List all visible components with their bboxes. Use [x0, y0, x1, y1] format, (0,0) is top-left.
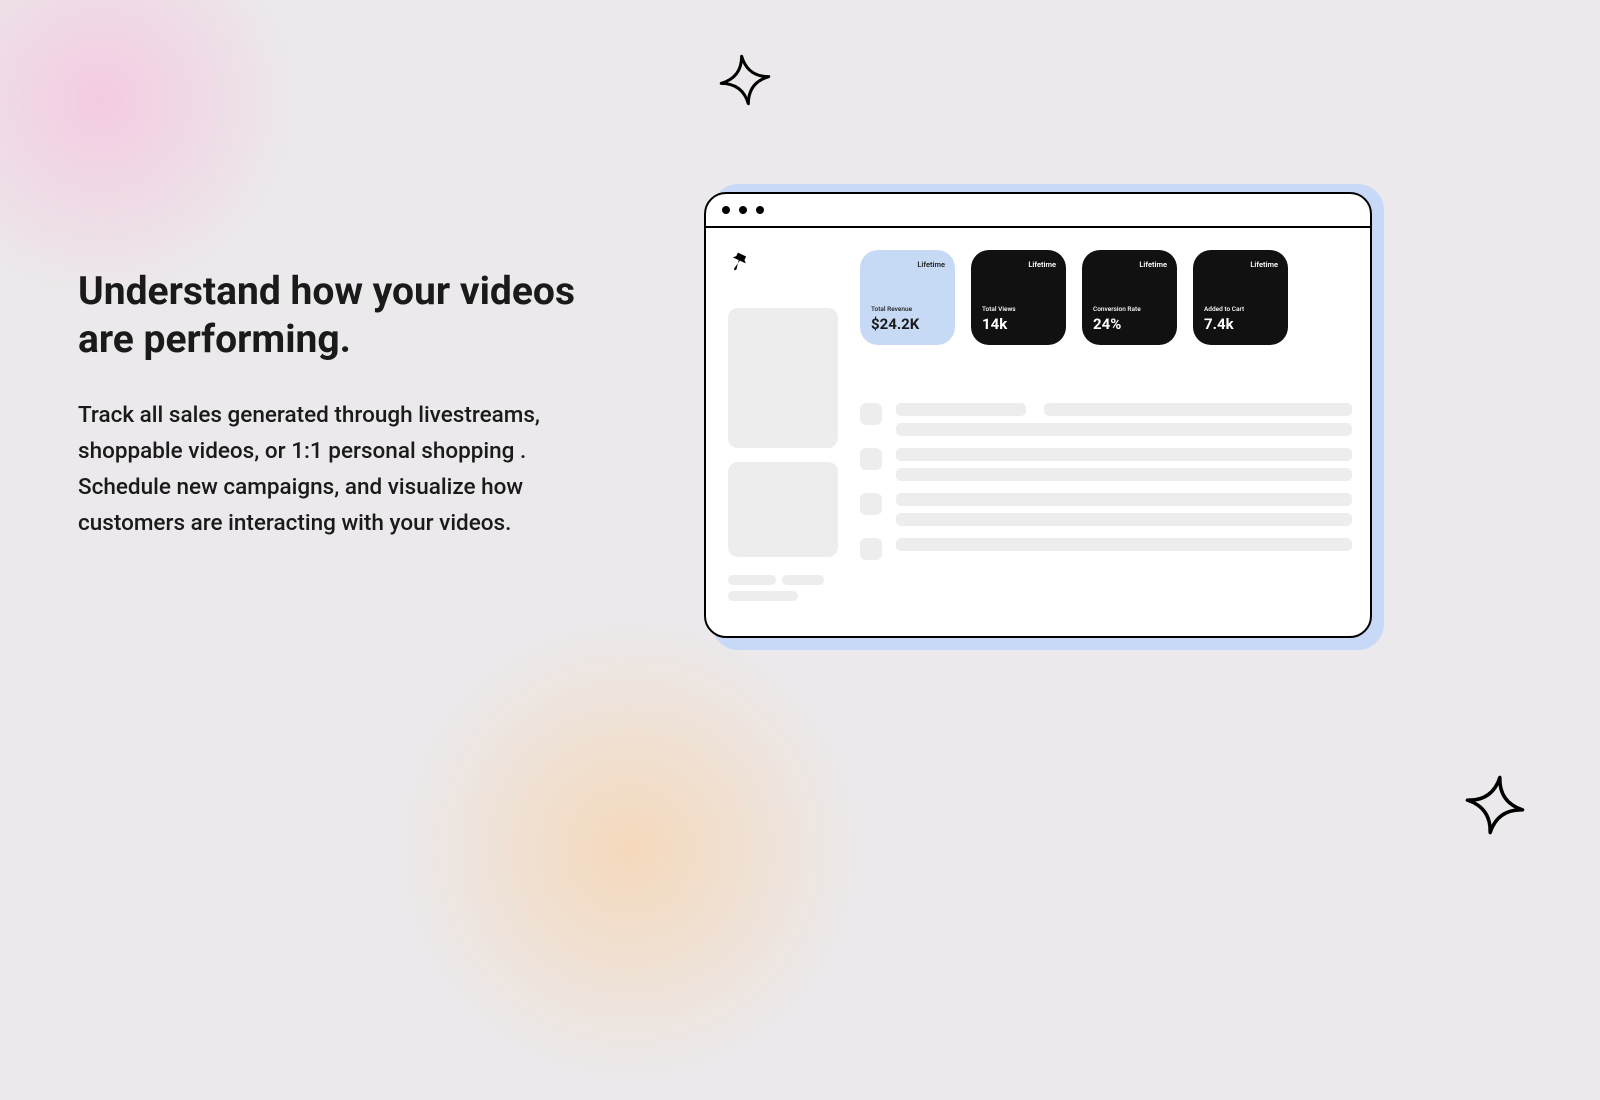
stat-card-conversion[interactable]: Lifetime Conversion Rate 24% [1082, 250, 1177, 345]
skeleton-bar [896, 493, 1352, 506]
sidebar-text-placeholder [728, 575, 838, 601]
skeleton-bar [896, 423, 1352, 436]
sidebar [728, 250, 838, 601]
stat-period: Lifetime [871, 260, 945, 269]
sparkle-icon [715, 50, 775, 110]
traffic-light-dot [739, 206, 747, 214]
stat-card-views[interactable]: Lifetime Total Views 14k [971, 250, 1066, 345]
gradient-top [0, 0, 300, 300]
stat-label: Added to Cart [1204, 305, 1278, 313]
skeleton-square [860, 403, 882, 425]
skeleton-row [860, 403, 1352, 436]
placeholder-pill [728, 575, 776, 585]
skeleton-row [860, 493, 1352, 526]
content-skeleton [860, 403, 1352, 560]
analytics-window-wrap: Lifetime Total Revenue $24.2K Lifetime T… [704, 192, 1372, 638]
skeleton-bar [896, 468, 1352, 481]
skeleton-square [860, 493, 882, 515]
stat-card-cart[interactable]: Lifetime Added to Cart 7.4k [1193, 250, 1288, 345]
skeleton-bar [896, 403, 1026, 416]
placeholder-pill [782, 575, 824, 585]
sparkle-icon [1460, 770, 1530, 840]
placeholder-pill [728, 591, 798, 601]
gradient-bottom [380, 600, 880, 1100]
stat-value: 7.4k [1204, 315, 1278, 333]
page-body: Track all sales generated through livest… [78, 397, 618, 541]
stats-row: Lifetime Total Revenue $24.2K Lifetime T… [860, 250, 1352, 345]
skeleton-row [860, 538, 1352, 560]
skeleton-bar [896, 513, 1352, 526]
stat-label: Total Views [982, 305, 1056, 313]
window-titlebar [706, 194, 1370, 228]
skeleton-bar [1044, 403, 1352, 416]
stat-card-revenue[interactable]: Lifetime Total Revenue $24.2K [860, 250, 955, 345]
main-panel: Lifetime Total Revenue $24.2K Lifetime T… [860, 250, 1352, 601]
stat-value: $24.2K [871, 315, 945, 333]
pin-icon [728, 250, 750, 272]
traffic-light-dot [756, 206, 764, 214]
skeleton-square [860, 538, 882, 560]
sidebar-placeholder [728, 308, 838, 448]
window-content: Lifetime Total Revenue $24.2K Lifetime T… [706, 228, 1370, 619]
skeleton-square [860, 448, 882, 470]
stat-period: Lifetime [982, 260, 1056, 269]
stat-label: Total Revenue [871, 305, 945, 313]
page-heading: Understand how your videos are performin… [78, 268, 618, 363]
stat-value: 14k [982, 315, 1056, 333]
stat-period: Lifetime [1093, 260, 1167, 269]
skeleton-bar [896, 538, 1352, 551]
skeleton-bar [896, 448, 1352, 461]
stat-period: Lifetime [1204, 260, 1278, 269]
analytics-window: Lifetime Total Revenue $24.2K Lifetime T… [704, 192, 1372, 638]
traffic-light-dot [722, 206, 730, 214]
stat-label: Conversion Rate [1093, 305, 1167, 313]
stat-value: 24% [1093, 315, 1167, 333]
marketing-copy: Understand how your videos are performin… [78, 268, 618, 541]
sidebar-placeholder [728, 462, 838, 557]
skeleton-row [860, 448, 1352, 481]
